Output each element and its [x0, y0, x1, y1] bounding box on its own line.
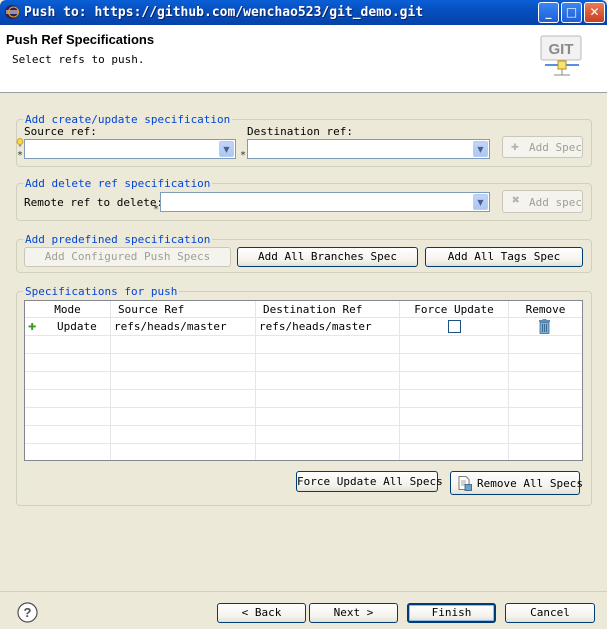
content-assist-bulb-icon — [16, 138, 24, 147]
predefined-legend: Add predefined specification — [23, 233, 213, 246]
destination-ref-combo[interactable]: ▼ — [247, 139, 490, 159]
git-logo-icon: GIT — [540, 35, 582, 76]
trash-icon[interactable] — [538, 319, 551, 334]
delete-x-icon: ✖ — [512, 193, 520, 208]
column-header-remove[interactable]: Remove — [509, 301, 582, 318]
add-delete-spec-label: Add spec — [529, 196, 582, 209]
specifications-table[interactable]: Mode Source Ref Destination Ref Force Up… — [24, 300, 583, 461]
specifications-legend: Specifications for push — [23, 285, 180, 298]
page-title: Push Ref Specifications — [6, 32, 155, 47]
add-mode-plus-icon: ✚ — [28, 318, 37, 334]
help-glyph: ? — [24, 605, 32, 620]
add-spec-label: Add Spec — [529, 141, 582, 154]
page-subtitle: Select refs to push. — [12, 53, 145, 66]
finish-button[interactable]: Finish — [407, 603, 496, 623]
required-marker: * — [17, 150, 24, 161]
next-button[interactable]: Next > — [309, 603, 398, 623]
footer-separator — [0, 591, 607, 592]
destination-ref-label: Destination ref: — [247, 125, 353, 138]
column-header-mode[interactable]: Mode — [25, 301, 111, 318]
column-header-destination-ref[interactable]: Destination Ref — [256, 301, 400, 318]
maximize-button[interactable]: □ — [561, 2, 582, 23]
source-ref-label: Source ref: — [24, 125, 97, 138]
remove-all-specs-label: Remove All Specs — [477, 477, 583, 490]
force-update-all-specs-button[interactable]: Force Update All Specs — [296, 471, 443, 492]
minimize-button[interactable]: _ — [538, 2, 559, 23]
close-button[interactable]: ✕ — [584, 2, 605, 23]
remove-all-specs-button[interactable]: Remove All Specs — [450, 471, 583, 495]
plus-icon: ✚ — [511, 139, 519, 154]
chevron-down-icon[interactable]: ▼ — [219, 141, 234, 157]
delete-ref-legend: Add delete ref specification — [23, 177, 213, 190]
chevron-down-icon[interactable]: ▼ — [473, 141, 488, 157]
required-marker: * — [240, 150, 247, 161]
git-logo-text: GIT — [549, 41, 574, 58]
add-all-branches-spec-button[interactable]: Add All Branches Spec — [237, 247, 418, 267]
document-delete-icon — [458, 476, 472, 491]
row-source-ref: refs/heads/master — [114, 320, 227, 333]
row-destination-ref: refs/heads/master — [259, 320, 372, 333]
chevron-down-icon[interactable]: ▼ — [473, 194, 488, 210]
add-configured-push-specs-button[interactable]: Add Configured Push Specs — [24, 247, 231, 267]
window-title: Push to: https://github.com/wenchao523/g… — [24, 5, 424, 20]
source-ref-combo[interactable]: ▼ — [24, 139, 236, 159]
table-row[interactable]: ✚ Update refs/heads/master refs/heads/ma… — [25, 318, 582, 336]
help-icon[interactable]: ? — [17, 602, 38, 623]
add-spec-button[interactable]: ✚ Add Spec — [502, 136, 583, 158]
add-delete-spec-button[interactable]: ✖ Add spec — [502, 190, 583, 213]
cancel-button[interactable]: Cancel — [505, 603, 595, 623]
add-all-tags-spec-button[interactable]: Add All Tags Spec — [425, 247, 583, 267]
remote-ref-combo[interactable]: ▼ — [160, 192, 490, 212]
force-update-checkbox[interactable] — [448, 320, 461, 333]
remote-ref-label: Remote ref to delete: — [24, 196, 164, 209]
column-header-force-update[interactable]: Force Update — [400, 301, 509, 318]
back-button[interactable]: < Back — [217, 603, 306, 623]
required-marker: * — [153, 204, 160, 215]
row-mode: Update — [57, 320, 97, 333]
eclipse-icon — [5, 5, 19, 19]
column-header-source-ref[interactable]: Source Ref — [111, 301, 256, 318]
